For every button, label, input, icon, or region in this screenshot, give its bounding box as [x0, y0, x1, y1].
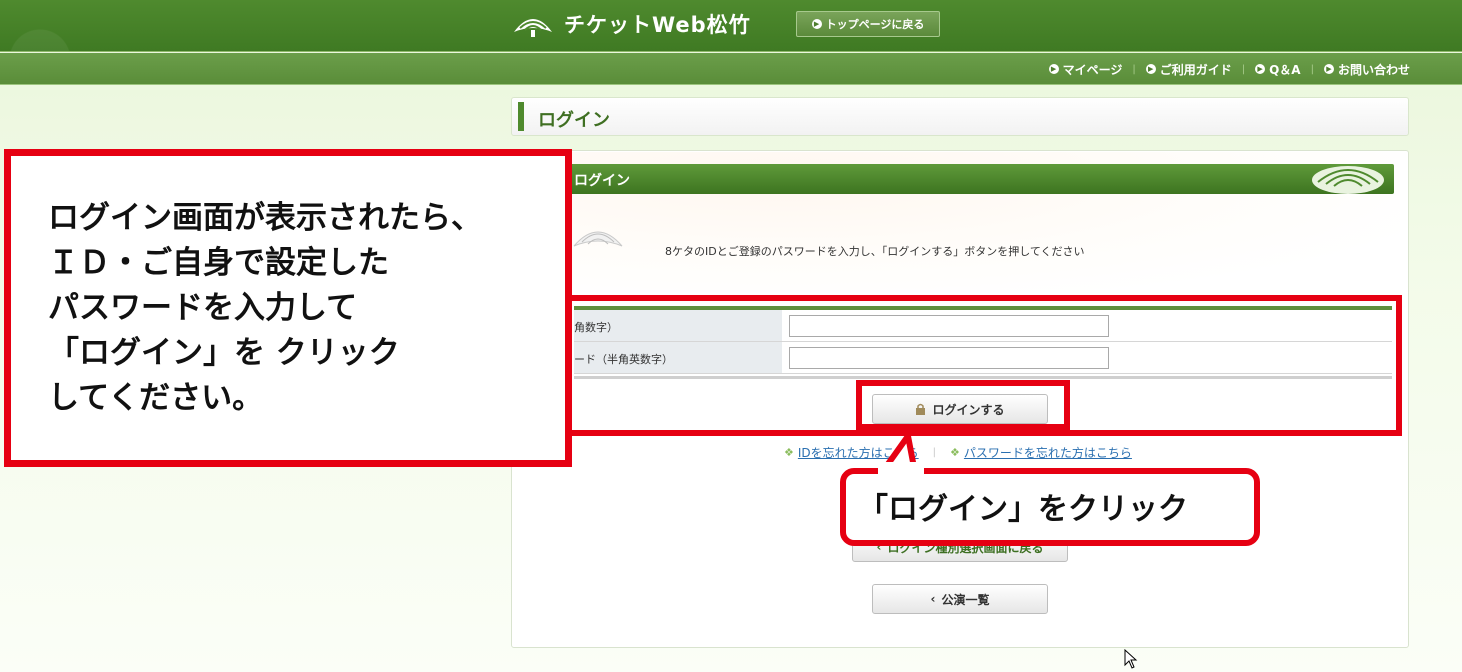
- login-button-highlight-box: [856, 380, 1070, 430]
- section-header: [556, 164, 1394, 194]
- arrow-right-icon: ▶: [1323, 64, 1334, 74]
- pine-decoration-icon: [573, 231, 623, 247]
- chevron-left-icon: ‹: [930, 592, 936, 606]
- nav-separator: |: [1310, 63, 1314, 75]
- nav-mypage-label: マイページ: [1062, 62, 1123, 77]
- page-title-bar: ログイン: [511, 97, 1409, 136]
- nav-separator: |: [1241, 63, 1246, 75]
- top-page-button[interactable]: ▶ トップページに戻る: [796, 11, 940, 37]
- nav-guide[interactable]: ▶ ご利用ガイド: [1145, 61, 1232, 78]
- nav-separator: |: [1132, 63, 1136, 75]
- sub-navigation: ▶ マイページ | ▶ ご利用ガイド | ▶ Q＆A | ▶ お問い合わせ: [0, 53, 1462, 85]
- nav-contact-label: お問い合わせ: [1337, 62, 1410, 77]
- link-separator: |: [932, 446, 937, 458]
- forgot-password-link[interactable]: パスワードを忘れた方はこちら: [964, 444, 1132, 461]
- arrow-right-icon: ▶: [1048, 64, 1059, 74]
- performance-list-label: 公演一覧: [941, 592, 990, 607]
- recovery-links: ❖ IDを忘れた方はこちら | ❖ パスワードを忘れた方はこちら: [784, 444, 1132, 460]
- diamond-bullet-icon: ❖: [784, 445, 794, 459]
- pine-emblem-icon: [1312, 166, 1384, 194]
- pine-fan-logo-icon: [514, 19, 552, 37]
- arrow-right-icon: ▶: [811, 19, 822, 29]
- bubble-tail-join-icon: [878, 462, 924, 476]
- instruction-callout-text: ログイン画面が表示されたら、 ＩＤ・ご自身で設定した パスワードを入力して 「ロ…: [48, 200, 482, 416]
- nav-qa-label: Q＆A: [1269, 62, 1301, 77]
- site-logo[interactable]: チケットWeb松竹: [510, 9, 751, 39]
- top-page-button-label: トップページに戻る: [825, 18, 925, 31]
- arrow-right-icon: ▶: [1255, 64, 1266, 74]
- mouse-cursor-icon: [1124, 649, 1138, 669]
- diamond-bullet-icon: ❖: [950, 445, 960, 459]
- performance-list-button[interactable]: ‹ 公演一覧: [872, 584, 1048, 614]
- arrow-right-icon: ▶: [1145, 64, 1156, 74]
- nav-guide-label: ご利用ガイド: [1159, 62, 1232, 77]
- nav-contact[interactable]: ▶ お問い合わせ: [1323, 61, 1410, 78]
- nav-qa[interactable]: ▶ Q＆A: [1255, 61, 1301, 78]
- site-header: チケットWeb松竹 ▶ トップページに戻る: [0, 0, 1462, 52]
- section-title: ログイン: [574, 173, 630, 189]
- login-instruction: 8ケタのIDとご登録のパスワードを入力し、「ログインする」ボタンを押してください: [665, 245, 1085, 258]
- nav-mypage[interactable]: ▶ マイページ: [1048, 61, 1123, 78]
- page-title: ログイン: [538, 110, 610, 131]
- logo-text: チケットWeb松竹: [564, 13, 751, 37]
- click-login-bubble-text: 「ログイン」をクリック: [858, 492, 1188, 527]
